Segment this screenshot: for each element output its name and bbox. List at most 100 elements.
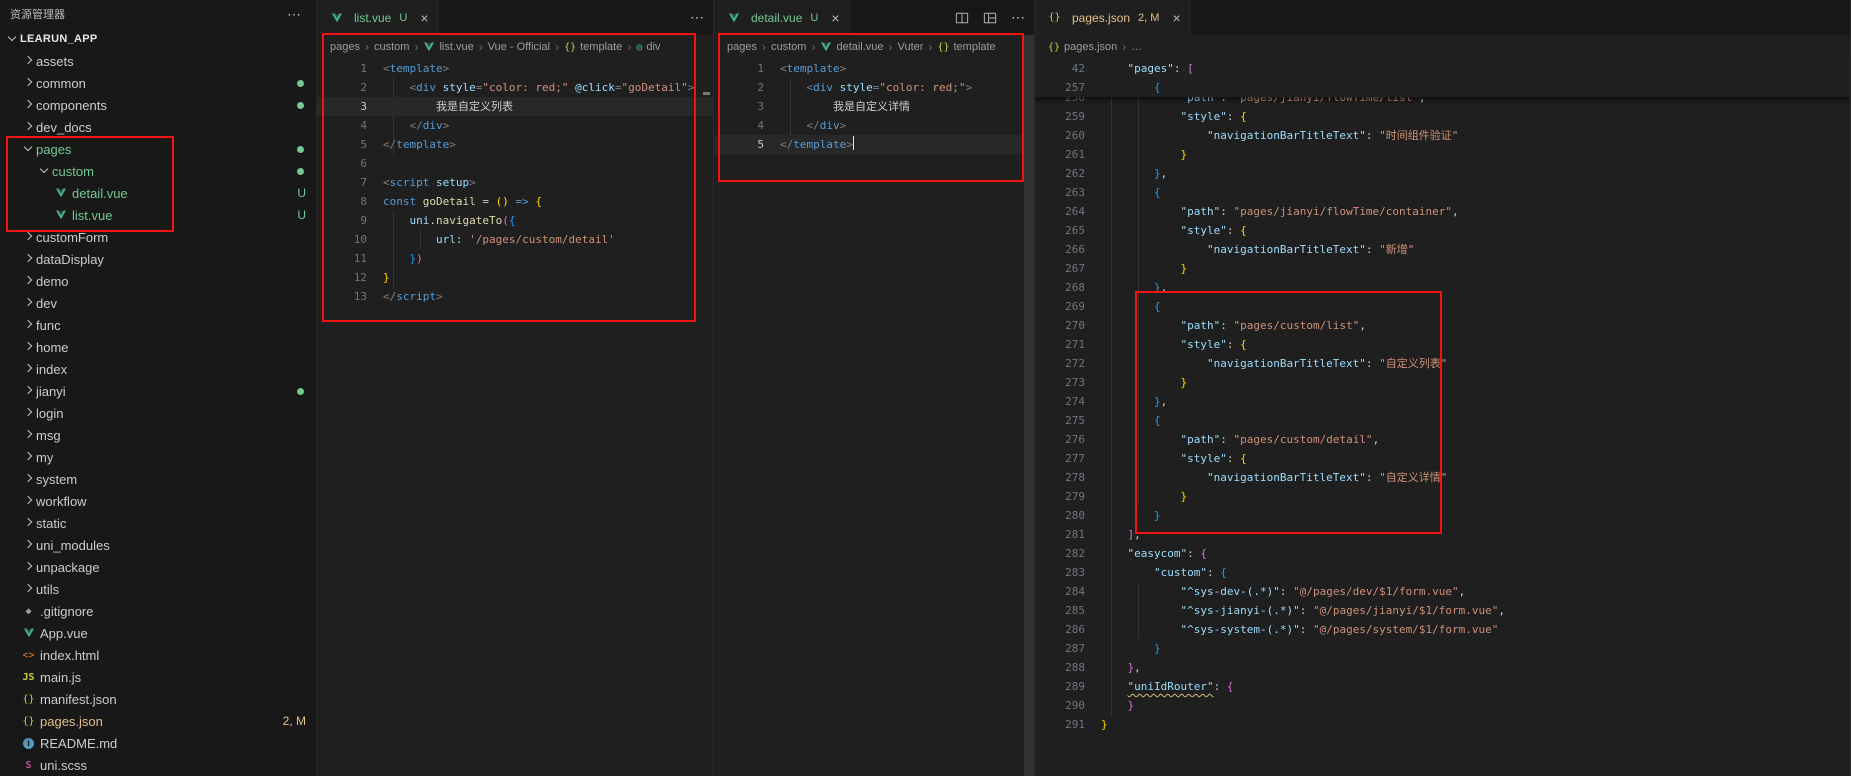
code-line-281[interactable]: 281 ], bbox=[1035, 525, 1850, 544]
code-line-286[interactable]: 286 "^sys-system-(.*)": "@/pages/system/… bbox=[1035, 620, 1850, 639]
close-icon[interactable]: × bbox=[420, 11, 428, 25]
code-line-1[interactable]: 1<template> bbox=[317, 59, 713, 78]
tree-item-customform[interactable]: customForm bbox=[0, 226, 316, 248]
breadcrumb-item-div[interactable]: ◎div bbox=[636, 41, 660, 53]
code-line-267[interactable]: 267 } bbox=[1035, 259, 1850, 278]
code-line-287[interactable]: 287 } bbox=[1035, 639, 1850, 658]
code-line-5[interactable]: 5</template> bbox=[317, 135, 713, 154]
tree-item-index-html[interactable]: <>index.html bbox=[0, 644, 316, 666]
tree-item-login[interactable]: login bbox=[0, 402, 316, 424]
code-line-278[interactable]: 278 "navigationBarTitleText": "自定义详情" bbox=[1035, 468, 1850, 487]
editor-list-vue[interactable]: 1<template>2 <div style="color: red;" @c… bbox=[317, 59, 713, 776]
tree-item-home[interactable]: home bbox=[0, 336, 316, 358]
breadcrumb-item-custom[interactable]: custom bbox=[374, 41, 409, 53]
breadcrumb-item-[interactable]: … bbox=[1131, 41, 1142, 53]
code-line-6[interactable]: 6 bbox=[317, 154, 713, 173]
code-line-3[interactable]: 3 我是自定义列表 bbox=[317, 97, 713, 116]
code-line-2[interactable]: 2 <div style="color: red;" @click="goDet… bbox=[317, 78, 713, 97]
code-line-275[interactable]: 275 { bbox=[1035, 411, 1850, 430]
code-line-4[interactable]: 4 </div> bbox=[317, 116, 713, 135]
breadcrumb-item-pages[interactable]: pages bbox=[727, 41, 757, 53]
code-line-8[interactable]: 8const goDetail = () => { bbox=[317, 192, 713, 211]
tree-item-pages-json[interactable]: {}pages.json2, M bbox=[0, 710, 316, 732]
tree-item-unpackage[interactable]: unpackage bbox=[0, 556, 316, 578]
editor-layout-icon[interactable] bbox=[978, 0, 1002, 35]
tree-item-components[interactable]: components bbox=[0, 94, 316, 116]
tree-item-dev[interactable]: dev bbox=[0, 292, 316, 314]
code-line-5[interactable]: 5</template> bbox=[714, 135, 1034, 154]
code-line-272[interactable]: 272 "navigationBarTitleText": "自定义列表" bbox=[1035, 354, 1850, 373]
tree-item-list-vue[interactable]: list.vueU bbox=[0, 204, 316, 226]
breadcrumb-item-pages[interactable]: pages bbox=[330, 41, 360, 53]
tree-item-index[interactable]: index bbox=[0, 358, 316, 380]
code-line-277[interactable]: 277 "style": { bbox=[1035, 449, 1850, 468]
tree-item-gitignore[interactable]: ◆.gitignore bbox=[0, 600, 316, 622]
code-line-282[interactable]: 282 "easycom": { bbox=[1035, 544, 1850, 563]
code-line-4[interactable]: 4 </div> bbox=[714, 116, 1034, 135]
code-line-288[interactable]: 288 }, bbox=[1035, 658, 1850, 677]
tab-list-vue[interactable]: list.vueU× bbox=[317, 0, 439, 35]
code-line-279[interactable]: 279 } bbox=[1035, 487, 1850, 506]
tree-item-workflow[interactable]: workflow bbox=[0, 490, 316, 512]
scrollbar[interactable] bbox=[1024, 35, 1034, 776]
code-line-10[interactable]: 10 url: '/pages/custom/detail' bbox=[317, 230, 713, 249]
tree-item-msg[interactable]: msg bbox=[0, 424, 316, 446]
code-line-271[interactable]: 271 "style": { bbox=[1035, 335, 1850, 354]
close-icon[interactable]: × bbox=[831, 11, 839, 25]
editor-pages-json[interactable]: 258 "path": "pages/jianyi/flowTime/list"… bbox=[1035, 59, 1850, 776]
tree-item-assets[interactable]: assets bbox=[0, 50, 316, 72]
code-line-266[interactable]: 266 "navigationBarTitleText": "新增" bbox=[1035, 240, 1850, 259]
tree-item-manifest-json[interactable]: {}manifest.json bbox=[0, 688, 316, 710]
tree-item-detail-vue[interactable]: detail.vueU bbox=[0, 182, 316, 204]
code-line-257[interactable]: 257 { bbox=[1035, 78, 1850, 97]
breadcrumb-item-vuter[interactable]: Vuter bbox=[898, 41, 924, 53]
tree-item-uni-scss[interactable]: Suni.scss bbox=[0, 754, 316, 776]
tree-item-readme-md[interactable]: iREADME.md bbox=[0, 732, 316, 754]
code-line-280[interactable]: 280 } bbox=[1035, 506, 1850, 525]
split-editor-icon[interactable] bbox=[950, 0, 974, 35]
code-line-285[interactable]: 285 "^sys-jianyi-(.*)": "@/pages/jianyi/… bbox=[1035, 601, 1850, 620]
tree-item-common[interactable]: common bbox=[0, 72, 316, 94]
breadcrumb-item-vue-official[interactable]: Vue - Official bbox=[488, 41, 550, 53]
tab-pages-json[interactable]: {}pages.json2, M× bbox=[1035, 0, 1191, 35]
tree-item-my[interactable]: my bbox=[0, 446, 316, 468]
code-line-11[interactable]: 11 }) bbox=[317, 249, 713, 268]
more-actions-icon[interactable]: ⋯ bbox=[1006, 0, 1030, 35]
tree-item-demo[interactable]: demo bbox=[0, 270, 316, 292]
code-line-42[interactable]: 42 "pages": [ bbox=[1035, 59, 1850, 78]
code-line-283[interactable]: 283 "custom": { bbox=[1035, 563, 1850, 582]
tree-item-func[interactable]: func bbox=[0, 314, 316, 336]
breadcrumb-item-custom[interactable]: custom bbox=[771, 41, 806, 53]
code-line-284[interactable]: 284 "^sys-dev-(.*)": "@/pages/dev/$1/for… bbox=[1035, 582, 1850, 601]
code-line-264[interactable]: 264 "path": "pages/jianyi/flowTime/conta… bbox=[1035, 202, 1850, 221]
code-line-269[interactable]: 269 { bbox=[1035, 297, 1850, 316]
code-line-289[interactable]: 289 "uniIdRouter": { bbox=[1035, 677, 1850, 696]
code-line-290[interactable]: 290 } bbox=[1035, 696, 1850, 715]
tree-item-jianyi[interactable]: jianyi bbox=[0, 380, 316, 402]
tree-item-app-vue[interactable]: App.vue bbox=[0, 622, 316, 644]
code-line-12[interactable]: 12} bbox=[317, 268, 713, 287]
close-icon[interactable]: × bbox=[1172, 11, 1180, 25]
tab-detail-vue[interactable]: detail.vueU× bbox=[714, 0, 850, 35]
tree-item-static[interactable]: static bbox=[0, 512, 316, 534]
code-line-2[interactable]: 2 <div style="color: red;"> bbox=[714, 78, 1034, 97]
breadcrumb-item-template[interactable]: {}template bbox=[937, 41, 995, 53]
breadcrumb-item-list-vue[interactable]: list.vue bbox=[423, 41, 473, 53]
code-line-273[interactable]: 273 } bbox=[1035, 373, 1850, 392]
tree-item-uni-modules[interactable]: uni_modules bbox=[0, 534, 316, 556]
code-line-259[interactable]: 259 "style": { bbox=[1035, 107, 1850, 126]
code-line-276[interactable]: 276 "path": "pages/custom/detail", bbox=[1035, 430, 1850, 449]
code-line-260[interactable]: 260 "navigationBarTitleText": "时间组件验证" bbox=[1035, 126, 1850, 145]
tree-item-pages[interactable]: pages bbox=[0, 138, 316, 160]
breadcrumb-item-detail-vue[interactable]: detail.vue bbox=[820, 41, 883, 53]
tree-item-dev-docs[interactable]: dev_docs bbox=[0, 116, 316, 138]
tree-item-datadisplay[interactable]: dataDisplay bbox=[0, 248, 316, 270]
code-line-291[interactable]: 291} bbox=[1035, 715, 1850, 734]
code-line-3[interactable]: 3 我是自定义详情 bbox=[714, 97, 1034, 116]
breadcrumb-item-template[interactable]: {}template bbox=[564, 41, 622, 53]
code-line-270[interactable]: 270 "path": "pages/custom/list", bbox=[1035, 316, 1850, 335]
tree-item-system[interactable]: system bbox=[0, 468, 316, 490]
code-line-265[interactable]: 265 "style": { bbox=[1035, 221, 1850, 240]
code-line-1[interactable]: 1<template> bbox=[714, 59, 1034, 78]
code-line-13[interactable]: 13</script> bbox=[317, 287, 713, 306]
